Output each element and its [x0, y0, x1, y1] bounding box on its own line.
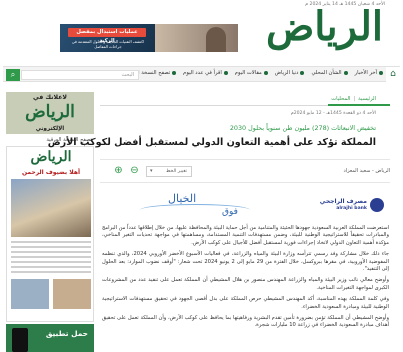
site-logo[interactable]: الرياض	[266, 3, 384, 56]
article-paragraph: وأوضح المشيطي أن المملكة تؤمن بضرورة تأم…	[102, 315, 389, 329]
nav-label: الشأن المحلي	[311, 70, 342, 76]
bullet-icon	[379, 71, 383, 75]
nav-item-donya-alriyadh[interactable]: دنيا الرياض	[275, 70, 305, 76]
breadcrumb: الرئيسية|المحليات	[331, 96, 376, 102]
nav-item-latest-news[interactable]: آخر الأخبار	[355, 70, 383, 76]
search-icon[interactable]: ⌕	[6, 69, 20, 81]
text-line	[11, 271, 91, 273]
app-banner-label: حمل تطبيق	[45, 329, 88, 338]
ad-image	[155, 24, 238, 52]
bullet-icon	[300, 71, 305, 75]
bullet-icon	[172, 71, 177, 75]
ad-badge: عمليات استبدال بمفصل الركبة	[68, 28, 146, 44]
logo-text: الرياض	[265, 3, 384, 50]
section-underline	[328, 104, 390, 106]
paper-text-lines	[11, 241, 91, 276]
nav-item-todays-articles[interactable]: مقالات اليوم	[235, 70, 268, 76]
app-download-banner[interactable]: حمل تطبيق	[6, 324, 94, 352]
paper-secondary-image	[11, 279, 49, 309]
bullet-icon	[263, 71, 268, 75]
header-ad-banner[interactable]: عمليات استبدال بمفصل الركبة اكتشف التقني…	[60, 24, 238, 52]
paper-masthead: الرياض	[30, 149, 72, 165]
breadcrumb-separator: |	[353, 96, 356, 102]
article-body: استعرضت المملكة العربية السعودية جهودها …	[102, 225, 389, 334]
article-paragraph: وأوضح معالي نائب وزير البيئة والمياه وال…	[102, 277, 389, 291]
text-line	[11, 261, 91, 263]
sidebar-ad[interactable]: لاعلانك في الرياض الإلكتروني	[6, 92, 94, 134]
sidebar-ad-logo: الرياض	[25, 102, 75, 122]
text-line	[11, 246, 91, 248]
text-line	[11, 266, 91, 268]
ad-word-imagination: الخيال	[168, 192, 197, 205]
article-paragraph: جاء ذلك خلال مشاركة وفد رسمي تترأسه وزار…	[102, 251, 390, 273]
zoom-out-icon[interactable]: ⊖	[128, 165, 141, 178]
bank-logo: مصرف الراجحي alrajhi bank	[320, 194, 384, 218]
paper-secondary-image	[53, 279, 91, 309]
main-nav: ⌂ آخر الأخبار الشأن المحلي دنيا الرياض م…	[3, 66, 400, 82]
site-header: الأحد 4 شعبان 1445 هـ 14 يناير 2024 م ال…	[0, 0, 403, 60]
paper-main-image	[11, 179, 91, 237]
text-line	[11, 241, 91, 243]
article-kicker: تخفيض الانبعاثات (278) مليون طن سنوياً ب…	[229, 124, 376, 132]
article-date: الأحد 4 ذو القعدة 1445هـ - 12 مايو 2024م	[290, 111, 376, 116]
bank-name-english: alrajhi bank	[336, 206, 367, 211]
breadcrumb-home[interactable]: الرئيسية	[358, 96, 376, 102]
home-icon[interactable]: ⌂	[386, 67, 400, 82]
chevron-down-icon: ▾	[150, 168, 153, 174]
inline-ad-banner[interactable]: الخيال فوق مصرف الراجحي alrajhi bank	[118, 188, 396, 222]
article-paragraph: استعرضت المملكة العربية السعودية جهودها …	[102, 225, 389, 246]
article-toolbar: الرياض - سعيد المعزاد تغيير الخط ▾ ⊖ ⊕	[100, 159, 390, 183]
bullet-icon	[223, 71, 228, 75]
bank-name-arabic: مصرف الراجحي	[319, 198, 367, 205]
breadcrumb-section[interactable]: المحليات	[331, 96, 350, 102]
nav-item-local[interactable]: الشأن المحلي	[311, 70, 348, 76]
search-input[interactable]: البحث	[21, 70, 139, 80]
text-line	[11, 251, 91, 253]
ad-subtext: اكتشف التقنيات الجديدة والحلول المتقدمة …	[71, 39, 145, 49]
text-line	[11, 256, 91, 258]
nav-label: دنيا الرياض	[274, 70, 299, 76]
font-select[interactable]: تغيير الخط ▾	[146, 166, 192, 177]
zoom-in-icon[interactable]: ⊕	[112, 165, 125, 178]
ad-person-figure	[206, 27, 226, 52]
ad-text-panel: عمليات استبدال بمفصل الركبة اكتشف التقني…	[60, 24, 155, 52]
ad-word-above: فوق	[222, 207, 238, 217]
sidebar-ad-heading: لاعلانك في	[32, 94, 68, 101]
nav-item-todays-issue[interactable]: اقرأ في عدد اليوم	[183, 70, 228, 76]
phone-icon	[12, 328, 28, 352]
article-author: الرياض - سعيد المعزاد	[343, 168, 390, 174]
article-paragraph: وفي كلمة المملكة بهذه المناسبة، أكد المه…	[102, 296, 389, 310]
nav-items: آخر الأخبار الشأن المحلي دنيا الرياض مقا…	[125, 70, 383, 76]
nav-label: اقرأ في عدد اليوم	[183, 70, 222, 76]
nav-label: آخر الأخبار	[354, 70, 377, 76]
nav-label: مقالات اليوم	[234, 70, 262, 76]
article-headline: المملكة تؤكد على أهمية التعاون الدولي لم…	[47, 137, 376, 148]
font-select-value: تغيير الخط	[165, 169, 187, 174]
bullet-icon	[343, 71, 348, 75]
sidebar-ad-footer: الإلكتروني	[35, 126, 65, 132]
print-edition-thumbnail[interactable]: الرياض أهلا بضيوف الرحمن	[6, 146, 94, 322]
paper-headline: أهلا بضيوف الرحمن	[21, 169, 81, 176]
bank-emblem-icon	[370, 198, 384, 212]
